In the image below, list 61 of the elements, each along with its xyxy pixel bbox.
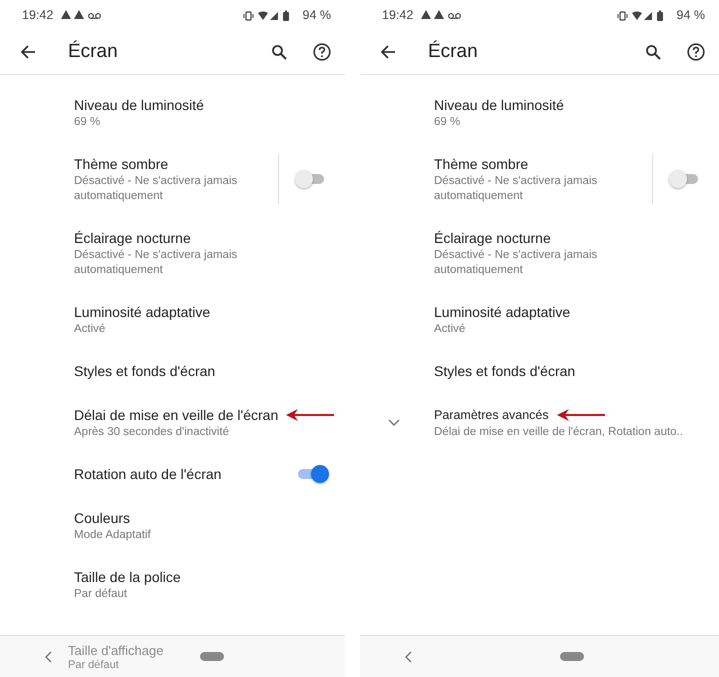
- item-title: Luminosité adaptative: [434, 303, 570, 322]
- settings-item[interactable]: Thème sombre Désactivé - Ne s'activera jamais automatiquement: [0, 142, 345, 216]
- item-title: Styles et fonds d'écran: [434, 362, 576, 381]
- item-summary: Désactivé - Ne s'activera jamais automatiquement: [74, 248, 238, 278]
- battery-level: 94 %: [676, 8, 705, 22]
- item-summary: Activé: [74, 322, 106, 337]
- battery-level: 94 %: [302, 8, 331, 22]
- back-chevron-icon[interactable]: [404, 651, 412, 663]
- settings-item[interactable]: Paramètres avancés Délai de mise en veille de l'écran, Rotation auto..: [360, 393, 719, 452]
- item-summary: Activé: [434, 322, 466, 337]
- item-title: Délai de mise en veille de l'écran: [74, 406, 278, 425]
- item-title: Niveau de luminosité: [434, 96, 564, 115]
- settings-item[interactable]: Styles et fonds d'écran: [360, 349, 719, 393]
- item-title: Paramètres avancés: [434, 407, 549, 424]
- item-title: Taille de la police: [74, 568, 181, 587]
- item-summary: 69 %: [74, 115, 102, 130]
- item-title: Styles et fonds d'écran: [74, 362, 216, 381]
- item-title: Thème sombre: [74, 155, 168, 174]
- item-summary: Désactivé - Ne s'activera jamais automatiquement: [434, 174, 598, 204]
- item-summary: Par défaut: [68, 658, 120, 672]
- screen-title: Écran: [68, 41, 118, 63]
- item-title: Rotation auto de l'écran: [74, 465, 222, 484]
- home-handle[interactable]: [200, 652, 224, 661]
- settings-item[interactable]: Éclairage nocturne Désactivé - Ne s'activera jamais automatiquement: [0, 216, 345, 290]
- item-summary: Mode Adaptatif: [74, 528, 152, 543]
- item-summary: Par défaut: [74, 587, 128, 602]
- item-summary: Désactivé - Ne s'activera jamais automatiquement: [74, 174, 238, 204]
- settings-item[interactable]: Thème sombre Désactivé - Ne s'activera jamais automatiquement: [360, 142, 719, 216]
- settings-item[interactable]: Styles et fonds d'écran: [0, 349, 345, 393]
- settings-item[interactable]: Taille de la police Par défaut: [0, 555, 345, 614]
- settings-item[interactable]: Délai de mise en veille de l'écran Après 30 secondes d'inactivité: [0, 393, 345, 452]
- back-arrow-icon[interactable]: [380, 44, 396, 60]
- item-title: Luminosité adaptative: [74, 303, 210, 322]
- back-chevron-icon[interactable]: [44, 651, 52, 663]
- help-icon[interactable]: [313, 43, 331, 61]
- screen-title: Écran: [428, 41, 478, 63]
- settings-item[interactable]: Éclairage nocturne Désactivé - Ne s'activera jamais automatiquement: [360, 216, 719, 290]
- item-title: Taille d'affichage: [68, 642, 164, 658]
- settings-item[interactable]: Couleurs Mode Adaptatif: [0, 496, 345, 555]
- item-title: Éclairage nocturne: [74, 229, 191, 248]
- settings-item[interactable]: Niveau de luminosité 69 %: [0, 83, 345, 142]
- item-title: Thème sombre: [434, 155, 528, 174]
- item-summary: Désactivé - Ne s'activera jamais automatiquement: [434, 248, 598, 278]
- back-arrow-icon[interactable]: [20, 44, 36, 60]
- item-title: Niveau de luminosité: [74, 96, 204, 115]
- search-icon[interactable]: [271, 44, 287, 60]
- search-icon[interactable]: [645, 44, 661, 60]
- home-handle[interactable]: [560, 652, 584, 661]
- chevron-down-icon: [388, 418, 400, 426]
- item-summary: Délai de mise en veille de l'écran, Rotation auto..: [434, 425, 684, 440]
- item-summary: Après 30 secondes d'inactivité: [74, 425, 230, 440]
- item-title: Éclairage nocturne: [434, 229, 551, 248]
- item-title: Couleurs: [74, 509, 130, 528]
- settings-item[interactable]: Luminosité adaptative Activé: [360, 290, 719, 349]
- settings-item[interactable]: Luminosité adaptative Activé: [0, 290, 345, 349]
- status-time: 19:42: [22, 8, 54, 22]
- settings-item[interactable]: Niveau de luminosité 69 %: [360, 83, 719, 142]
- help-icon[interactable]: [687, 43, 705, 61]
- item-summary: 69 %: [434, 115, 462, 130]
- status-time: 19:42: [382, 8, 414, 22]
- settings-item[interactable]: Rotation auto de l'écran: [0, 452, 345, 496]
